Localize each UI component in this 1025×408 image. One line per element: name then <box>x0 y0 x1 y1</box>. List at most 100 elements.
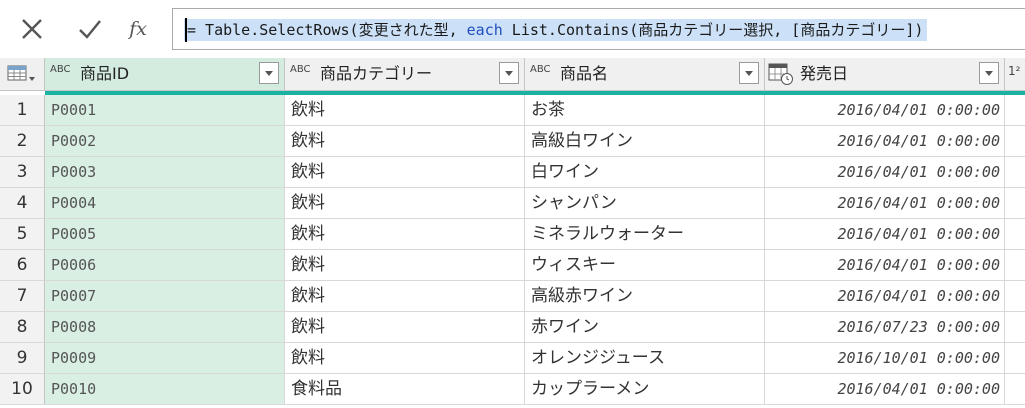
cell-product-id[interactable]: P0010 <box>45 374 285 405</box>
text-type-icon: ABC <box>530 64 551 75</box>
formula-prefix: = Table.SelectRows(変更された型, <box>187 21 467 39</box>
cell-category[interactable]: 飲料 <box>285 95 525 126</box>
text-type-icon: ABC <box>290 64 311 75</box>
table-row: 4 P0004 飲料 シャンパン 2016/04/01 0:00:00 <box>0 188 1025 219</box>
cell-next[interactable] <box>1005 312 1025 343</box>
cell-next[interactable] <box>1005 281 1025 312</box>
row-number[interactable]: 8 <box>0 312 45 343</box>
cell-product-id[interactable]: P0005 <box>45 219 285 250</box>
cell-product-id[interactable]: P0008 <box>45 312 285 343</box>
row-number[interactable]: 6 <box>0 250 45 281</box>
fx-label: fx <box>129 18 147 40</box>
cell-product-name[interactable]: お茶 <box>525 95 765 126</box>
cell-product-id[interactable]: P0004 <box>45 188 285 219</box>
commit-button[interactable] <box>66 12 114 46</box>
cell-category[interactable]: 飲料 <box>285 157 525 188</box>
text-type-icon: ABC <box>50 64 71 75</box>
cell-next[interactable] <box>1005 126 1025 157</box>
column-header-release-date[interactable]: 発売日 <box>765 58 1005 91</box>
column-header-next[interactable]: 1² <box>1005 58 1025 91</box>
cell-product-id[interactable]: P0003 <box>45 157 285 188</box>
column-header-label: 発売日 <box>800 64 849 83</box>
cell-release-date[interactable]: 2016/04/01 0:00:00 <box>765 126 1005 157</box>
calendar-clock-icon <box>768 63 793 85</box>
table-row: 2 P0002 飲料 高級白ワイン 2016/04/01 0:00:00 <box>0 126 1025 157</box>
cell-release-date[interactable]: 2016/04/01 0:00:00 <box>765 281 1005 312</box>
table-row: 6 P0006 飲料 ウィスキー 2016/04/01 0:00:00 <box>0 250 1025 281</box>
cell-product-id[interactable]: P0002 <box>45 126 285 157</box>
cell-product-name[interactable]: 高級白ワイン <box>525 126 765 157</box>
cell-next[interactable] <box>1005 157 1025 188</box>
filter-dropdown-button[interactable] <box>259 62 279 84</box>
cell-next[interactable] <box>1005 343 1025 374</box>
row-number[interactable]: 7 <box>0 281 45 312</box>
table-row: 7 P0007 飲料 高級赤ワイン 2016/04/01 0:00:00 <box>0 281 1025 312</box>
filter-dropdown-button[interactable] <box>979 62 999 84</box>
table-menu-button[interactable] <box>0 58 45 91</box>
filter-dropdown-button[interactable] <box>739 62 759 84</box>
cell-product-name[interactable]: ミネラルウォーター <box>525 219 765 250</box>
cell-category[interactable]: 飲料 <box>285 343 525 374</box>
column-header-product-id[interactable]: ABC 商品ID <box>45 58 285 91</box>
column-header-product-category[interactable]: ABC 商品カテゴリー <box>285 58 525 91</box>
column-header-label: 商品ID <box>80 64 130 83</box>
cell-next[interactable] <box>1005 374 1025 405</box>
cell-next[interactable] <box>1005 95 1025 126</box>
cell-product-name[interactable]: ウィスキー <box>525 250 765 281</box>
row-number[interactable]: 2 <box>0 126 45 157</box>
cell-release-date[interactable]: 2016/04/01 0:00:00 <box>765 188 1005 219</box>
cell-release-date[interactable]: 2016/10/01 0:00:00 <box>765 343 1005 374</box>
row-number[interactable]: 5 <box>0 219 45 250</box>
cell-category[interactable]: 飲料 <box>285 126 525 157</box>
table-icon <box>7 65 35 81</box>
cell-release-date[interactable]: 2016/07/23 0:00:00 <box>765 312 1005 343</box>
cell-product-id[interactable]: P0007 <box>45 281 285 312</box>
table-row: 3 P0003 飲料 白ワイン 2016/04/01 0:00:00 <box>0 157 1025 188</box>
check-icon <box>79 20 101 39</box>
cell-category[interactable]: 飲料 <box>285 219 525 250</box>
formula-keyword: each <box>466 21 503 39</box>
cell-release-date[interactable]: 2016/04/01 0:00:00 <box>765 250 1005 281</box>
number-type-icon: 1² <box>1008 64 1021 78</box>
formula-bar: fx = Table.SelectRows(変更された型, each List.… <box>0 0 1025 58</box>
cell-category[interactable]: 飲料 <box>285 250 525 281</box>
cell-product-id[interactable]: P0006 <box>45 250 285 281</box>
row-number[interactable]: 9 <box>0 343 45 374</box>
cell-next[interactable] <box>1005 219 1025 250</box>
table-row: 8 P0008 飲料 赤ワイン 2016/07/23 0:00:00 <box>0 312 1025 343</box>
cell-category[interactable]: 飲料 <box>285 312 525 343</box>
x-icon <box>22 19 42 39</box>
cell-product-name[interactable]: 高級赤ワイン <box>525 281 765 312</box>
cell-product-name[interactable]: オレンジジュース <box>525 343 765 374</box>
formula-suffix: List.Contains(商品カテゴリー選択, [商品カテゴリー]) <box>502 21 924 39</box>
cell-product-name[interactable]: カップラーメン <box>525 374 765 405</box>
cell-release-date[interactable]: 2016/04/01 0:00:00 <box>765 219 1005 250</box>
cell-product-name[interactable]: 赤ワイン <box>525 312 765 343</box>
fx-button[interactable]: fx <box>114 12 162 46</box>
row-number[interactable]: 10 <box>0 374 45 405</box>
cell-next[interactable] <box>1005 188 1025 219</box>
cell-product-id[interactable]: P0009 <box>45 343 285 374</box>
formula-selection: = Table.SelectRows(変更された型, each List.Con… <box>184 19 928 41</box>
cell-release-date[interactable]: 2016/04/01 0:00:00 <box>765 157 1005 188</box>
row-number[interactable]: 3 <box>0 157 45 188</box>
cell-category[interactable]: 飲料 <box>285 188 525 219</box>
cell-release-date[interactable]: 2016/04/01 0:00:00 <box>765 95 1005 126</box>
cancel-button[interactable] <box>8 12 56 46</box>
column-header-product-name[interactable]: ABC 商品名 <box>525 58 765 91</box>
table-row: 9 P0009 飲料 オレンジジュース 2016/10/01 0:00:00 <box>0 343 1025 374</box>
cell-category[interactable]: 食料品 <box>285 374 525 405</box>
formula-input[interactable]: = Table.SelectRows(変更された型, each List.Con… <box>172 8 1025 50</box>
column-header-label: 商品カテゴリー <box>320 64 433 83</box>
cell-category[interactable]: 飲料 <box>285 281 525 312</box>
table-row: 5 P0005 飲料 ミネラルウォーター 2016/04/01 0:00:00 <box>0 219 1025 250</box>
cell-next[interactable] <box>1005 250 1025 281</box>
cell-release-date[interactable]: 2016/04/01 0:00:00 <box>765 374 1005 405</box>
filter-dropdown-button[interactable] <box>499 62 519 84</box>
row-number[interactable]: 1 <box>0 95 45 126</box>
cell-product-name[interactable]: 白ワイン <box>525 157 765 188</box>
table-row: 10 P0010 食料品 カップラーメン 2016/04/01 0:00:00 <box>0 374 1025 405</box>
cell-product-name[interactable]: シャンパン <box>525 188 765 219</box>
row-number[interactable]: 4 <box>0 188 45 219</box>
cell-product-id[interactable]: P0001 <box>45 95 285 126</box>
